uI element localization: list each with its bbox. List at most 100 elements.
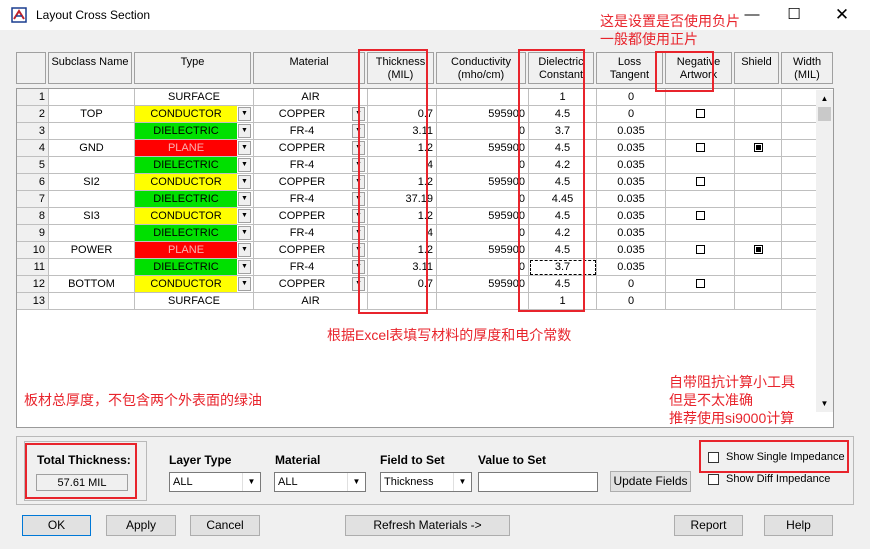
negative-artwork-cell[interactable] [666,208,735,225]
negative-artwork-checkbox[interactable] [695,278,705,288]
subclass-name-cell[interactable] [49,89,135,106]
negative-artwork-checkbox[interactable] [695,210,705,220]
subclass-name-cell[interactable] [49,191,135,208]
chevron-down-icon[interactable]: ▼ [242,473,260,491]
chevron-down-icon[interactable]: ▼ [238,243,251,257]
close-button[interactable]: ✕ [827,4,857,26]
type-cell[interactable]: PLANE ▼ [135,242,254,259]
negative-artwork-checkbox[interactable] [695,108,705,118]
loss-tangent-cell[interactable]: 0.035 [597,123,666,140]
shield-checkbox[interactable] [753,244,763,254]
type-cell[interactable]: CONDUCTOR ▼ [135,208,254,225]
shield-cell[interactable] [735,225,782,242]
subclass-name-cell[interactable]: POWER [49,242,135,259]
shield-cell[interactable] [735,106,782,123]
material-cell[interactable]: FR-4 ▼ [254,123,368,140]
minimize-button[interactable]: — [737,4,767,26]
negative-artwork-cell[interactable] [666,276,735,293]
type-cell[interactable]: DIELECTRIC ▼ [135,225,254,242]
conductivity-cell[interactable]: 0 [437,259,529,276]
conductivity-cell[interactable]: 595900 [437,208,529,225]
subclass-name-cell[interactable] [49,157,135,174]
material-select[interactable]: ALL ▼ [274,472,366,492]
conductivity-cell[interactable] [437,293,529,310]
shield-cell[interactable] [735,140,782,157]
layer-type-select[interactable]: ALL ▼ [169,472,261,492]
shield-checkbox[interactable] [753,142,763,152]
subclass-name-cell[interactable]: SI2 [49,174,135,191]
material-cell[interactable]: FR-4 ▼ [254,157,368,174]
shield-cell[interactable] [735,123,782,140]
material-cell[interactable]: AIR [254,293,368,310]
refresh-materials-button[interactable]: Refresh Materials -> [345,515,510,536]
conductivity-cell[interactable]: 595900 [437,276,529,293]
material-cell[interactable]: FR-4 ▼ [254,191,368,208]
loss-tangent-cell[interactable]: 0.035 [597,208,666,225]
chevron-down-icon[interactable]: ▼ [238,107,251,121]
loss-tangent-cell[interactable]: 0.035 [597,242,666,259]
loss-tangent-cell[interactable]: 0.035 [597,259,666,276]
chevron-down-icon[interactable]: ▼ [347,473,365,491]
help-button[interactable]: Help [764,515,833,536]
conductivity-cell[interactable] [437,89,529,106]
field-to-set-select[interactable]: Thickness ▼ [380,472,472,492]
chevron-down-icon[interactable]: ▼ [238,209,251,223]
subclass-name-cell[interactable]: GND [49,140,135,157]
subclass-name-cell[interactable] [49,293,135,310]
type-cell[interactable]: SURFACE [135,89,254,106]
apply-button[interactable]: Apply [106,515,176,536]
material-cell[interactable]: COPPER ▼ [254,174,368,191]
negative-artwork-cell[interactable] [666,157,735,174]
shield-cell[interactable] [735,174,782,191]
chevron-down-icon[interactable]: ▼ [453,473,471,491]
chevron-down-icon[interactable]: ▼ [238,226,251,240]
loss-tangent-cell[interactable]: 0.035 [597,157,666,174]
shield-cell[interactable] [735,89,782,106]
loss-tangent-cell[interactable]: 0.035 [597,191,666,208]
subclass-name-cell[interactable] [49,225,135,242]
material-cell[interactable]: COPPER ▼ [254,140,368,157]
shield-cell[interactable] [735,259,782,276]
chevron-down-icon[interactable]: ▼ [238,277,251,291]
cancel-button[interactable]: Cancel [190,515,260,536]
conductivity-cell[interactable]: 0 [437,123,529,140]
material-cell[interactable]: FR-4 ▼ [254,259,368,276]
vertical-scrollbar[interactable]: ▲ ▼ [816,90,833,412]
loss-tangent-cell[interactable]: 0.035 [597,225,666,242]
scroll-down-icon[interactable]: ▼ [816,395,833,412]
value-to-set-input[interactable] [478,472,598,492]
shield-cell[interactable] [735,191,782,208]
material-cell[interactable]: COPPER ▼ [254,276,368,293]
chevron-down-icon[interactable]: ▼ [238,192,251,206]
negative-artwork-checkbox[interactable] [695,176,705,186]
negative-artwork-cell[interactable] [666,106,735,123]
subclass-name-cell[interactable]: SI3 [49,208,135,225]
type-cell[interactable]: DIELECTRIC ▼ [135,259,254,276]
single-impedance-checkbox[interactable] [708,452,719,463]
scroll-thumb[interactable] [818,107,831,121]
shield-cell[interactable] [735,208,782,225]
conductivity-cell[interactable]: 0 [437,157,529,174]
chevron-down-icon[interactable]: ▼ [238,124,251,138]
conductivity-cell[interactable]: 595900 [437,106,529,123]
type-cell[interactable]: SURFACE [135,293,254,310]
shield-cell[interactable] [735,242,782,259]
subclass-name-cell[interactable] [49,259,135,276]
negative-artwork-cell[interactable] [666,191,735,208]
conductivity-cell[interactable]: 595900 [437,242,529,259]
type-cell[interactable]: CONDUCTOR ▼ [135,276,254,293]
ok-button[interactable]: OK [22,515,91,536]
negative-artwork-cell[interactable] [666,140,735,157]
subclass-name-cell[interactable]: TOP [49,106,135,123]
type-cell[interactable]: PLANE ▼ [135,140,254,157]
type-cell[interactable]: DIELECTRIC ▼ [135,123,254,140]
negative-artwork-cell[interactable] [666,242,735,259]
negative-artwork-cell[interactable] [666,293,735,310]
loss-tangent-cell[interactable]: 0 [597,106,666,123]
report-button[interactable]: Report [674,515,743,536]
diff-impedance-checkbox[interactable] [708,474,719,485]
conductivity-cell[interactable]: 595900 [437,174,529,191]
negative-artwork-cell[interactable] [666,174,735,191]
chevron-down-icon[interactable]: ▼ [238,260,251,274]
type-cell[interactable]: DIELECTRIC ▼ [135,191,254,208]
